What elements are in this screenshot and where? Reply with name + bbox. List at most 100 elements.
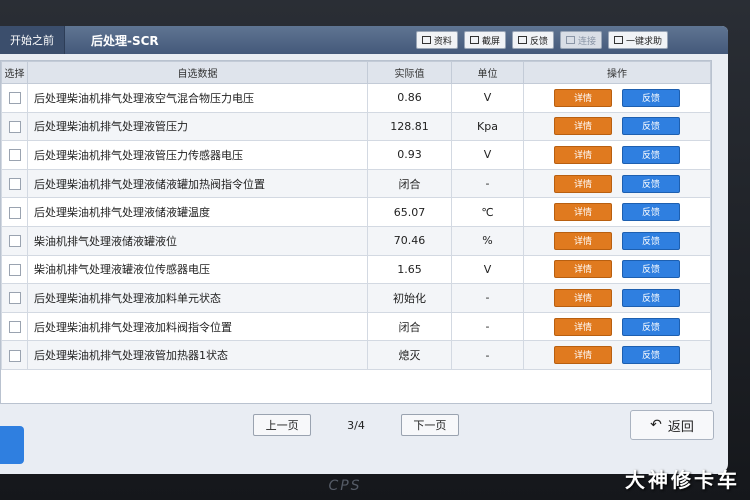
row-ops: 详情 反馈 [523,340,711,370]
feedback-button[interactable]: 反馈 [622,174,680,193]
feedback-button[interactable]: 反馈 [622,145,680,164]
detail-button[interactable]: 详情 [554,317,612,336]
row-name: 后处理柴油机排气处理液储液罐温度 [27,197,368,227]
row-checkbox[interactable] [8,206,21,219]
feedback-button[interactable]: 反馈 [622,317,680,336]
header-name: 自选数据 [27,61,368,84]
row-select-cell[interactable] [1,254,28,285]
row-unit: - [451,340,524,370]
row-select-cell[interactable] [1,111,28,142]
row-ops: 详情 反馈 [523,225,711,256]
watermark: 大神修卡车 [625,468,740,492]
link-icon [565,36,575,44]
row-ops: 详情 反馈 [523,311,711,342]
row-select-cell[interactable] [1,140,28,170]
row-checkbox[interactable] [8,235,21,248]
row-select-cell[interactable] [1,197,28,227]
row-name: 后处理柴油机排气处理液空气混合物压力电压 [27,83,368,113]
row-ops: 详情 反馈 [523,140,711,170]
row-checkbox[interactable] [8,349,21,362]
feedback-button[interactable]: 反馈 [622,203,680,222]
page-title: 后处理-SCR [91,33,159,48]
feedback-button[interactable]: 反馈 [622,260,680,279]
row-unit: - [451,311,524,342]
prev-page-button[interactable]: 上一页 [253,414,312,436]
side-action-button[interactable] [0,426,24,464]
table-row[interactable]: 后处理柴油机排气处理液加料单元状态 初始化 - 详情 反馈 [1,283,711,313]
next-page-button[interactable]: 下一页 [400,414,459,436]
feedback-button[interactable]: 反馈 [622,117,680,136]
row-ops: 详情 反馈 [523,283,711,313]
row-select-cell[interactable] [1,340,28,370]
table-row[interactable]: 后处理柴油机排气处理液储液罐加热阀指令位置 闭合 - 详情 反馈 [1,168,711,199]
row-ops: 详情 反馈 [523,83,711,113]
table-row[interactable]: 后处理柴油机排气处理液加料阀指令位置 闭合 - 详情 反馈 [1,311,711,342]
detail-button[interactable]: 详情 [554,288,612,307]
row-value: 熄灭 [367,340,452,370]
row-unit: Kpa [451,111,524,142]
detail-button[interactable]: 详情 [554,346,612,365]
screenshot-button[interactable]: 截屏 [463,31,506,49]
table-row[interactable]: 柴油机排气处理液罐液位传感器电压 1.65 V 详情 反馈 [1,254,711,285]
detail-button[interactable]: 详情 [554,174,612,193]
data-table-container: 选择 自选数据 实际值 单位 操作 后处理柴油机排气处理液空气混合物压力电压 0.… [0,60,712,404]
table-row[interactable]: 后处理柴油机排气处理液管加热器1状态 熄灭 - 详情 反馈 [1,340,711,370]
row-checkbox[interactable] [8,120,21,133]
detail-button[interactable]: 详情 [554,260,612,279]
row-name: 后处理柴油机排气处理液储液罐加热阀指令位置 [27,168,368,199]
row-checkbox[interactable] [8,263,21,276]
row-select-cell[interactable] [1,83,28,113]
row-value: 0.86 [367,83,452,113]
table-row[interactable]: 后处理柴油机排气处理液储液罐温度 65.07 ℃ 详情 反馈 [1,197,711,227]
detail-button[interactable]: 详情 [554,117,612,136]
page-indicator: 3/4 [347,418,365,432]
row-unit: V [451,140,524,170]
feedback-button[interactable]: 反馈 [622,88,680,107]
table-row[interactable]: 柴油机排气处理液储液罐液位 70.46% 详情 反馈 [1,225,711,256]
detail-button[interactable]: 详情 [554,231,612,250]
data-table: 选择 自选数据 实际值 单位 操作 后处理柴油机排气处理液空气混合物压力电压 0.… [1,61,711,370]
row-value: 128.81 [367,111,452,142]
row-select-cell[interactable] [1,311,28,342]
feedback-button[interactable]: 反馈 [622,231,680,250]
row-value: 闭合 [367,311,452,342]
row-select-cell[interactable] [1,283,28,313]
row-checkbox[interactable] [8,149,21,162]
row-value: 闭合 [367,168,452,199]
device-logo: CPS [328,478,362,494]
table-row[interactable]: 后处理柴油机排气处理液空气混合物压力电压 0.86 V 详情 反馈 [1,83,711,113]
row-unit: - [451,283,524,313]
detail-button[interactable]: 详情 [554,203,612,222]
header-select: 选择 [1,61,28,84]
back-button[interactable]: ↶ 返回 [630,410,714,440]
row-checkbox[interactable] [8,178,21,191]
row-select-cell[interactable] [1,225,28,256]
row-checkbox[interactable] [8,292,21,305]
table-header-row: 选择 自选数据 实际值 单位 操作 [1,61,711,84]
row-checkbox[interactable] [8,321,21,334]
title-bar: 开始之前 后处理-SCR 资料 截屏 反馈 连接 一键求助 [0,26,728,54]
row-unit: ℃ [451,197,524,227]
header-unit: 单位 [451,61,524,84]
detail-button[interactable]: 详情 [554,145,612,164]
row-value: 65.07 [367,197,452,227]
document-button[interactable]: 资料 [415,31,458,49]
back-arrow-icon: ↶ [650,417,662,433]
feedback-button[interactable]: 反馈 [622,288,680,307]
table-row[interactable]: 后处理柴油机排气处理液管压力传感器电压 0.93 V 详情 反馈 [1,140,711,170]
help-button[interactable]: 一键求助 [607,31,668,49]
header-value: 实际值 [367,61,452,84]
feedback-button[interactable]: 反馈 [622,346,680,365]
table-row[interactable]: 后处理柴油机排气处理液管压力 128.81 Kpa 详情 反馈 [1,111,711,142]
row-select-cell[interactable] [1,168,28,199]
home-tab[interactable]: 开始之前 [0,26,65,54]
feedback-toolbar-button[interactable]: 反馈 [511,31,554,49]
edit-icon [517,36,527,44]
row-ops: 详情 反馈 [523,168,711,199]
home-tab-label: 开始之前 [10,34,54,47]
row-unit: V [451,254,524,285]
connect-button[interactable]: 连接 [559,31,602,49]
row-value: 初始化 [367,283,452,313]
detail-button[interactable]: 详情 [554,88,612,107]
row-checkbox[interactable] [8,92,21,105]
